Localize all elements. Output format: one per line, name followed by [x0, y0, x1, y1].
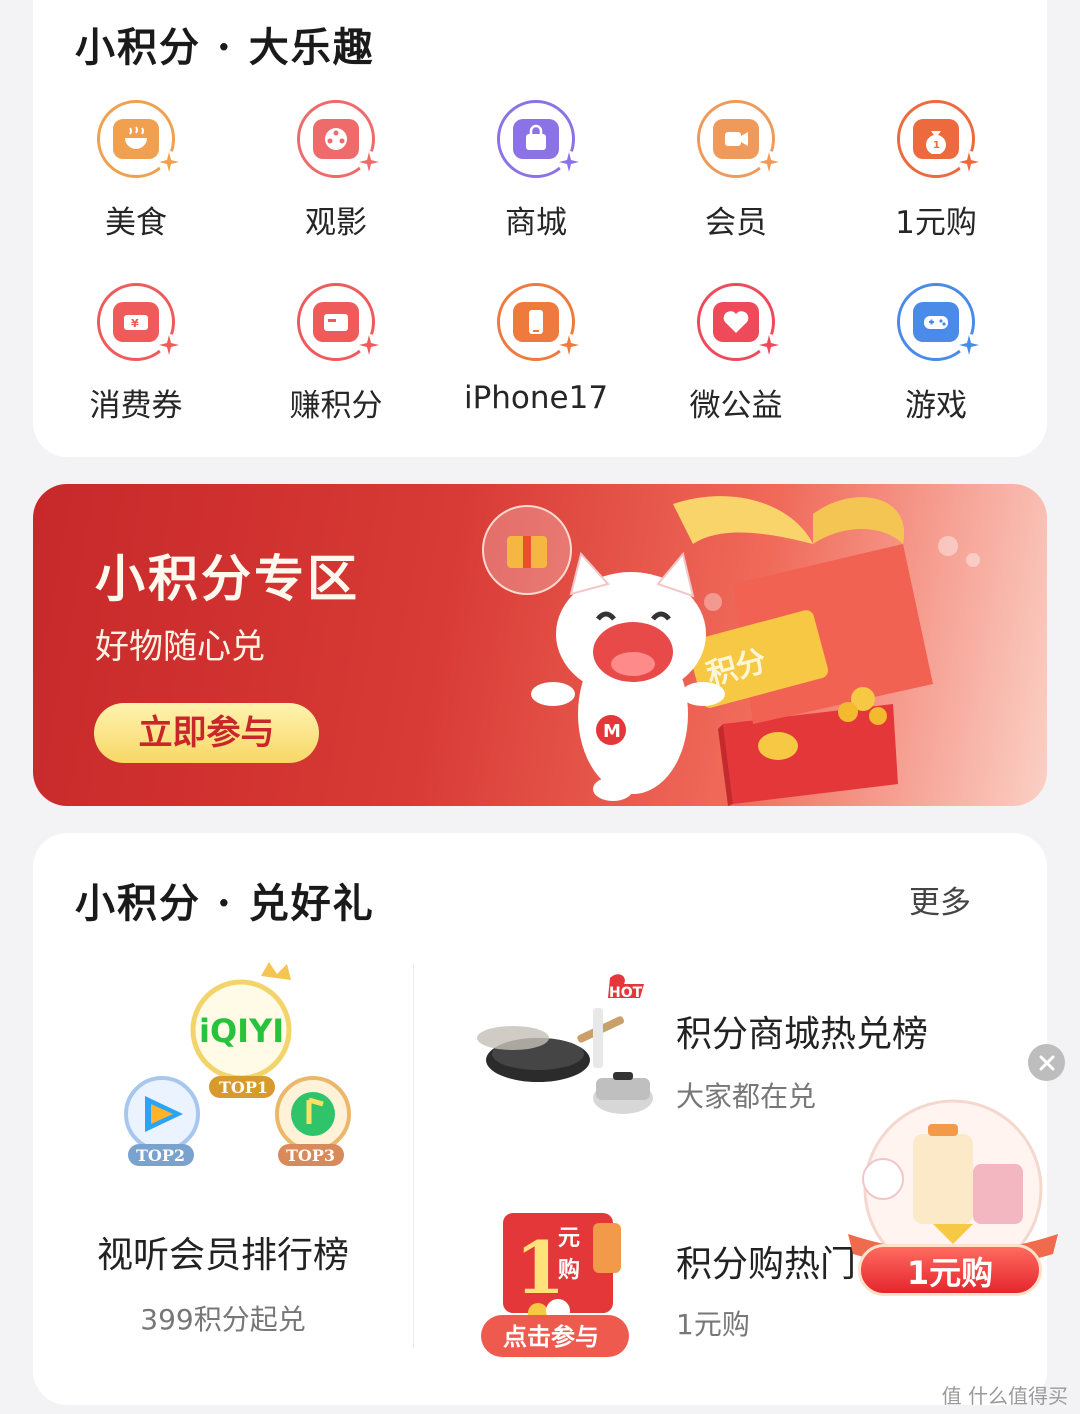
hot-exchange-subtitle: 大家都在兑 — [676, 1080, 817, 1113]
category-item[interactable]: 商城 — [436, 100, 636, 283]
category-label: iPhone17 — [463, 380, 609, 416]
shopping-bag-icon — [497, 100, 580, 178]
category-label: 消费券 — [89, 388, 183, 424]
sparkle-icon — [158, 151, 180, 173]
category-label: 会员 — [705, 205, 767, 241]
gamepad-icon — [897, 283, 980, 361]
sparkle-icon — [558, 334, 580, 356]
phone-icon — [497, 283, 580, 361]
av-rank-name: 视听会员排行榜 — [96, 1235, 349, 1276]
banner-subtitle: 好物随心兑 — [95, 627, 265, 667]
food-bowl-icon — [97, 100, 180, 178]
video-camera-icon — [697, 100, 780, 178]
heart-icon — [697, 283, 780, 361]
one-yuan-buy-image: 1 元 购 点击参与 — [481, 1213, 629, 1357]
hot-badge: HOT — [609, 985, 643, 1001]
sparkle-icon — [758, 151, 780, 173]
sparkle-icon — [958, 334, 980, 356]
sparkle-icon — [158, 334, 180, 356]
category-item[interactable]: 赚积分 — [236, 283, 436, 466]
gifts-divider — [413, 963, 414, 1348]
svg-text:1: 1 — [933, 140, 940, 151]
category-item[interactable]: iPhone17 — [436, 283, 636, 466]
sparkle-icon — [358, 151, 380, 173]
sparkle-icon — [558, 151, 580, 173]
more-link[interactable]: 更多 — [909, 877, 971, 922]
fun-section-title: 小积分 · 大乐趣 — [75, 24, 375, 71]
category-item[interactable]: 会员 — [636, 100, 836, 283]
hot-buy-subtitle: 1元购 — [676, 1308, 750, 1341]
points-zone-banner[interactable]: 积分 M 小积分专区 好物随心兑 立即参与 — [33, 484, 1047, 806]
category-label: 美食 — [105, 205, 167, 241]
coupon-icon: ¥ — [97, 283, 180, 361]
category-item[interactable]: 美食 — [36, 100, 236, 283]
category-label: 1元购 — [895, 205, 977, 241]
watermark: 值 什么值得买 — [942, 1380, 1068, 1409]
hot-buy-title: 积分购热门 — [676, 1244, 857, 1285]
category-label: 游戏 — [905, 388, 967, 424]
hot-exchange-title: 积分商城热兑榜 — [676, 1014, 929, 1055]
join-now-button[interactable]: 立即参与 — [94, 703, 319, 763]
gifts-section-title: 小积分 · 兑好礼 — [75, 880, 375, 927]
sparkle-icon — [758, 334, 780, 356]
av-rank-subtitle: 399积分起兑 — [140, 1303, 306, 1336]
one-yuan-badge-top: 元 — [558, 1226, 580, 1251]
category-label: 观影 — [305, 205, 367, 241]
av-rank-illustration: iQIYI TOP1 TOP2 TOP3 — [124, 962, 351, 1166]
click-join-cta: 点击参与 — [503, 1323, 599, 1351]
category-label: 商城 — [505, 205, 567, 241]
category-label: 微公益 — [689, 388, 783, 424]
sparkle-icon — [958, 151, 980, 173]
sparkle-icon — [358, 334, 380, 356]
av-membership-rank-card[interactable]: iQIYI TOP1 TOP2 TOP3 视听会员排行榜 399积分起兑 — [33, 958, 413, 1378]
film-reel-icon — [297, 100, 380, 178]
cookware-image: HOT — [477, 974, 653, 1114]
fun-section-card: 小积分 · 大乐趣 美食 观影 商城 会员 1 1元购 ¥ 消费券 赚积分 iPhone17 微公益… — [33, 0, 1047, 457]
svg-text:¥: ¥ — [131, 317, 139, 330]
iqiyi-logo-text: iQIYI — [199, 1012, 284, 1050]
top3-badge: TOP3 — [286, 1146, 335, 1165]
category-item[interactable]: 游戏 — [836, 283, 1036, 466]
category-item[interactable]: 观影 — [236, 100, 436, 283]
category-item[interactable]: 微公益 — [636, 283, 836, 466]
money-bag-icon: 1 — [897, 100, 980, 178]
category-item[interactable]: ¥ 消费券 — [36, 283, 236, 466]
close-icon — [1039, 1055, 1054, 1070]
banner-title: 小积分专区 — [95, 549, 360, 608]
floating-one-yuan-button[interactable]: 1元购 — [858, 1244, 1042, 1296]
svg-text:M: M — [603, 721, 621, 742]
category-grid: 美食 观影 商城 会员 1 1元购 ¥ 消费券 赚积分 iPhone17 微公益 游戏 — [36, 100, 1036, 466]
one-yuan-badge-bottom: 购 — [558, 1257, 580, 1283]
top2-badge: TOP2 — [136, 1146, 185, 1165]
watermark-text: 值 什么值得买 — [941, 1384, 1068, 1408]
close-floating-promo-button[interactable] — [1028, 1044, 1065, 1081]
top1-badge: TOP1 — [219, 1078, 268, 1097]
category-item[interactable]: 1 1元购 — [836, 100, 1036, 283]
card-icon — [297, 283, 380, 361]
category-label: 赚积分 — [289, 388, 383, 424]
floating-one-yuan-promo[interactable]: 1元购 — [838, 1094, 1068, 1329]
